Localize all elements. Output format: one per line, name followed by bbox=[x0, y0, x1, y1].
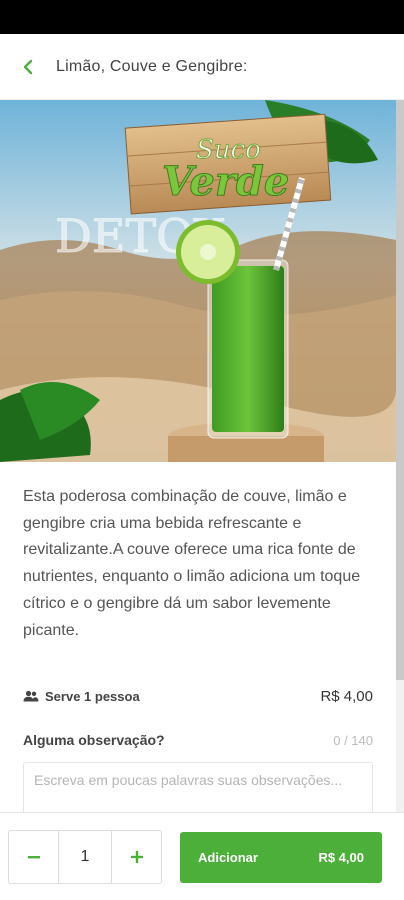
observation-label: Alguma observação? bbox=[23, 732, 165, 748]
product-image: DETOX Suco Verde bbox=[0, 100, 396, 462]
product-description: Esta poderosa combinação de couve, limão… bbox=[23, 488, 361, 639]
decrease-button[interactable] bbox=[9, 831, 59, 883]
quantity-value: 1 bbox=[80, 848, 90, 865]
serve-row: Serve 1 pessoa R$ 4,00 bbox=[23, 686, 373, 706]
bottom-action-bar: 1 Adicionar R$ 4,00 bbox=[0, 812, 404, 900]
sign-line2: Verde bbox=[162, 158, 289, 205]
scrollbar-thumb[interactable] bbox=[396, 100, 404, 680]
character-counter: 0 / 140 bbox=[333, 732, 373, 748]
product-details: Esta poderosa combinação de couve, limão… bbox=[23, 484, 383, 644]
status-bar bbox=[0, 0, 404, 34]
chevron-left-icon bbox=[23, 59, 33, 74]
observation-header: Alguma observação? 0 / 140 bbox=[23, 732, 373, 748]
add-button-price: R$ 4,00 bbox=[318, 850, 364, 865]
serves-label: Serve 1 pessoa bbox=[45, 688, 140, 704]
observation-input[interactable] bbox=[34, 772, 362, 812]
plus-icon bbox=[130, 851, 143, 863]
page-title: Limão, Couve e Gengibre: bbox=[56, 57, 248, 75]
serves-info: Serve 1 pessoa bbox=[23, 689, 140, 704]
back-button[interactable] bbox=[0, 34, 56, 100]
app-header: Limão, Couve e Gengibre: bbox=[0, 34, 404, 100]
add-button-label: Adicionar bbox=[198, 850, 258, 865]
quantity-stepper: 1 bbox=[8, 830, 162, 884]
increase-button[interactable] bbox=[111, 831, 161, 883]
product-price: R$ 4,00 bbox=[320, 687, 373, 705]
minus-icon bbox=[27, 856, 40, 859]
add-to-cart-button[interactable]: Adicionar R$ 4,00 bbox=[180, 832, 382, 883]
people-icon bbox=[23, 690, 39, 702]
